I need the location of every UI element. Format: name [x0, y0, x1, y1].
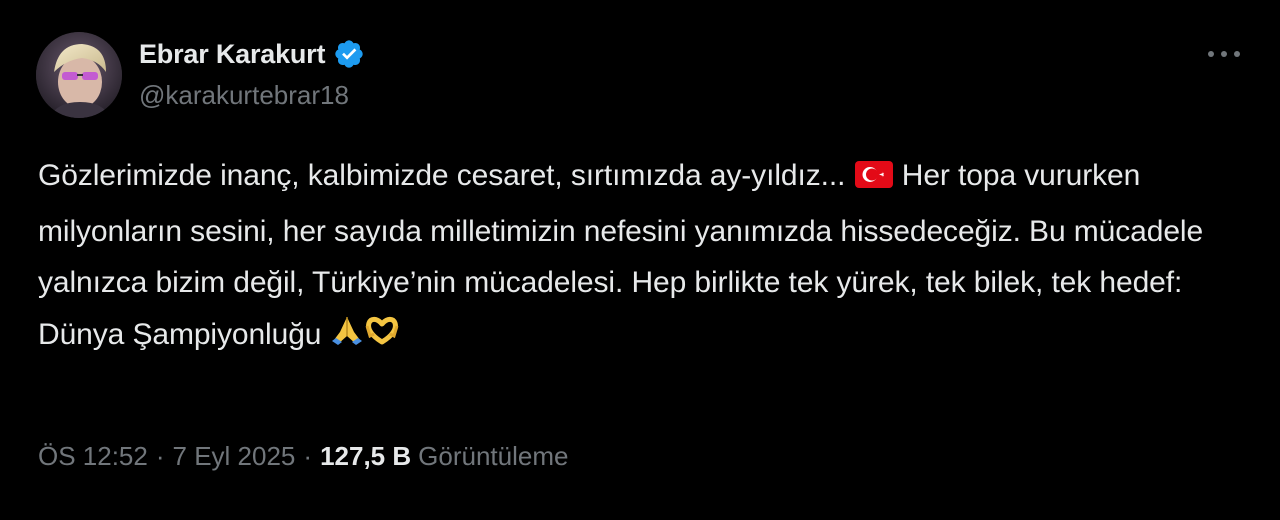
tweet-text: Gözlerimizde inanç, kalbimizde cesaret, …	[38, 150, 1238, 364]
heart-hands-icon	[364, 313, 400, 365]
more-dots-icon	[1208, 51, 1240, 57]
more-options-button[interactable]	[1204, 40, 1244, 68]
tweet-time[interactable]: ÖS 12:52	[38, 441, 148, 472]
verified-badge-icon[interactable]	[333, 38, 365, 70]
author-name-row: Ebrar Karakurt	[139, 36, 365, 72]
avatar-image	[36, 32, 122, 118]
views-label: Görüntüleme	[418, 441, 569, 471]
tweet-text-part-1: Gözlerimizde inanç, kalbimizde cesaret, …	[38, 159, 854, 192]
tweet-meta: ÖS 12:52 · 7 Eyl 2025 · 127,5 B Görüntül…	[38, 441, 568, 472]
folded-hands-icon	[330, 313, 364, 365]
tweet-date[interactable]: 7 Eyl 2025	[173, 441, 296, 472]
tweet-card: Ebrar Karakurt @karakurtebrar18 Gözlerim…	[0, 0, 1280, 520]
views-count: 127,5 B	[320, 441, 412, 471]
author-display-name[interactable]: Ebrar Karakurt	[139, 39, 325, 70]
meta-separator: ·	[303, 441, 313, 471]
meta-separator: ·	[155, 441, 165, 471]
author-handle[interactable]: @karakurtebrar18	[139, 80, 349, 111]
turkey-flag-icon	[854, 154, 894, 206]
avatar[interactable]	[36, 32, 122, 118]
